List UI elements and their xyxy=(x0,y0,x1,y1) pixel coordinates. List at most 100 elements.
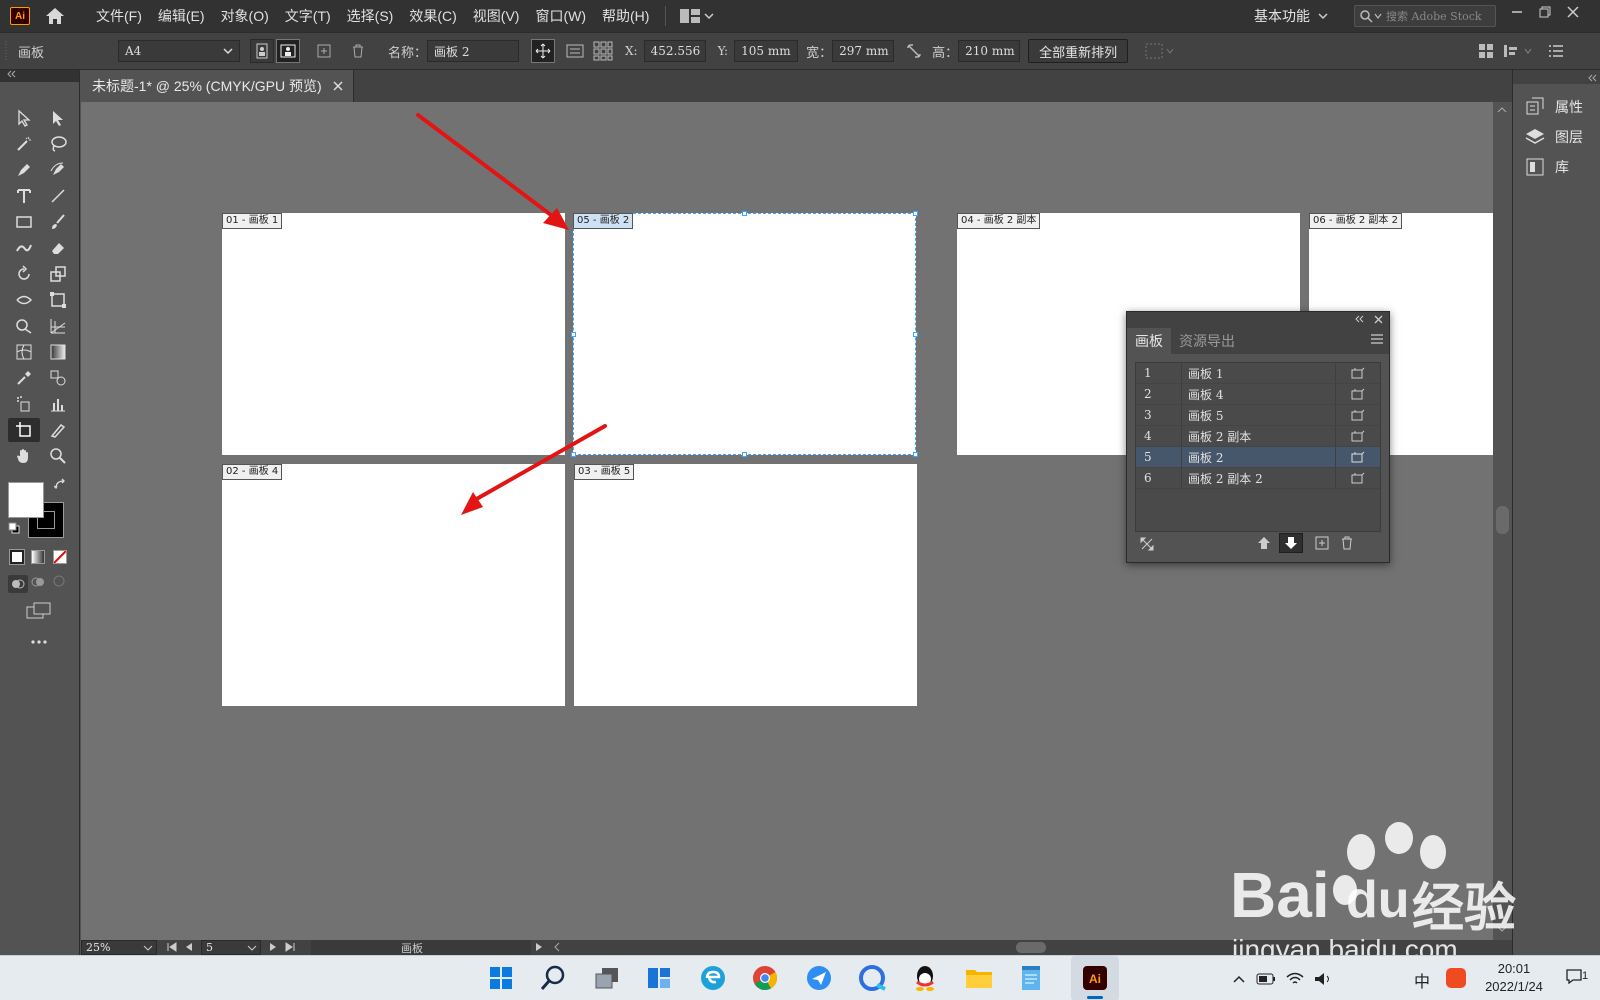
battery-icon[interactable] xyxy=(1256,973,1276,985)
minimize-button[interactable] xyxy=(1508,2,1526,22)
eraser-tool[interactable] xyxy=(42,236,74,260)
resize-handle-bottom-left[interactable] xyxy=(571,452,576,457)
artboard-options-icon[interactable] xyxy=(1336,468,1380,488)
edit-toolbar-button[interactable] xyxy=(30,632,48,650)
artboard-label-06[interactable]: 06 - 画板 2 副本 2 xyxy=(1309,213,1402,229)
resize-handle-left[interactable] xyxy=(571,332,576,337)
menu-select[interactable]: 选择(S) xyxy=(339,0,402,32)
pen-tool[interactable] xyxy=(8,158,40,182)
dock-header[interactable] xyxy=(1513,70,1600,84)
move-up-button[interactable] xyxy=(1257,536,1271,553)
workspace-switcher[interactable]: 基本功能 xyxy=(1254,0,1328,32)
draw-normal-button[interactable] xyxy=(8,575,28,593)
system-clock[interactable]: 20:01 2022/1/24 xyxy=(1474,960,1554,996)
menu-view[interactable]: 视图(V) xyxy=(465,0,528,32)
artboard-number-select[interactable]: 5 xyxy=(201,940,261,955)
row-name[interactable]: 画板 2 xyxy=(1182,447,1336,467)
free-transform-tool[interactable] xyxy=(42,288,74,312)
resize-handle-bottom-right[interactable] xyxy=(913,452,918,457)
artboard-03[interactable] xyxy=(574,464,917,706)
draw-behind-button[interactable] xyxy=(31,575,45,592)
rectangle-tool[interactable] xyxy=(8,210,40,234)
panel-menu-button[interactable] xyxy=(1544,39,1568,63)
artboard-options-icon[interactable] xyxy=(1336,363,1380,383)
volume-icon[interactable] xyxy=(1314,972,1332,986)
new-artboard-button[interactable] xyxy=(1315,536,1329,553)
align-options-button[interactable] xyxy=(1142,39,1166,63)
close-tab-button[interactable] xyxy=(333,78,343,94)
menu-edit[interactable]: 编辑(E) xyxy=(150,0,213,32)
resize-handle-top[interactable] xyxy=(742,211,747,216)
ime-indicator[interactable]: 中 xyxy=(1414,968,1430,992)
tab-artboards[interactable]: 画板 xyxy=(1127,328,1171,354)
constrain-proportions-button[interactable] xyxy=(902,39,926,63)
scale-tool[interactable] xyxy=(42,262,74,286)
new-artboard-button[interactable] xyxy=(312,39,336,63)
blend-tool[interactable] xyxy=(42,366,74,390)
distribute-button[interactable] xyxy=(1500,39,1524,63)
previous-artboard-button[interactable] xyxy=(185,941,193,955)
lasso-tool[interactable] xyxy=(42,132,74,156)
shape-builder-tool[interactable] xyxy=(8,314,40,338)
file-explorer-icon[interactable] xyxy=(964,963,994,993)
menu-type[interactable]: 文字(T) xyxy=(277,0,339,32)
delete-artboard-button[interactable] xyxy=(346,39,370,63)
hand-tool[interactable] xyxy=(8,444,40,468)
artboard-tool[interactable] xyxy=(8,418,40,442)
resize-handle-bottom[interactable] xyxy=(742,452,747,457)
gradient-tool[interactable] xyxy=(42,340,74,364)
chevron-up-icon[interactable] xyxy=(1232,974,1246,984)
paintbrush-tool[interactable] xyxy=(42,210,74,234)
screen-mode-button[interactable] xyxy=(26,602,52,623)
next-artboard-button[interactable] xyxy=(269,941,277,955)
list-item[interactable]: 3 画板 5 xyxy=(1136,405,1380,426)
close-icon[interactable] xyxy=(1374,315,1383,324)
row-name[interactable]: 画板 2 副本 xyxy=(1182,426,1336,446)
search-taskbar-button[interactable] xyxy=(538,963,568,993)
wifi-icon[interactable] xyxy=(1286,972,1304,986)
zoom-tool[interactable] xyxy=(42,444,74,468)
move-down-button[interactable] xyxy=(1279,533,1303,553)
artboard-01[interactable] xyxy=(222,213,565,455)
stock-search-input[interactable]: 搜索 Adobe Stock xyxy=(1354,5,1496,27)
menu-effect[interactable]: 效果(C) xyxy=(401,0,464,32)
graph-tool[interactable] xyxy=(42,392,74,416)
selection-tool[interactable] xyxy=(8,106,40,130)
swap-fill-stroke-button[interactable] xyxy=(53,478,68,495)
draw-inside-button[interactable] xyxy=(53,575,65,590)
zoom-select[interactable]: 25% xyxy=(81,940,157,955)
arrange-panels-button[interactable] xyxy=(1474,39,1498,63)
magic-wand-tool[interactable] xyxy=(8,132,40,156)
panel-title-bar[interactable] xyxy=(1127,312,1389,326)
slice-tool[interactable] xyxy=(42,418,74,442)
row-name[interactable]: 画板 2 副本 2 xyxy=(1182,468,1336,488)
libraries-panel-button[interactable]: 库 xyxy=(1513,152,1600,182)
close-window-button[interactable] xyxy=(1564,2,1582,22)
eyedropper-tool[interactable] xyxy=(8,366,40,390)
arrange-documents-button[interactable] xyxy=(680,9,714,23)
artboard-options-icon[interactable] xyxy=(1336,447,1380,467)
vertical-scrollbar[interactable] xyxy=(1493,102,1512,940)
width-tool[interactable] xyxy=(8,288,40,312)
vertical-scroll-thumb[interactable] xyxy=(1496,506,1509,534)
status-menu-button[interactable] xyxy=(535,941,543,955)
illustrator-taskbar-icon[interactable]: Ai xyxy=(1080,963,1110,993)
color-mode-button[interactable] xyxy=(9,549,25,565)
default-colors-button[interactable] xyxy=(8,522,20,537)
panel-menu-button[interactable] xyxy=(1371,332,1383,347)
perspective-grid-tool[interactable] xyxy=(42,314,74,338)
task-view-button[interactable] xyxy=(592,963,622,993)
tab-asset-export[interactable]: 资源导出 xyxy=(1171,328,1243,354)
first-artboard-button[interactable] xyxy=(167,941,177,955)
list-item[interactable]: 4 画板 2 副本 xyxy=(1136,426,1380,447)
line-tool[interactable] xyxy=(42,184,74,208)
rearrange-all-button[interactable]: 全部重新排列 xyxy=(1028,39,1129,63)
collapse-panel-icon[interactable] xyxy=(1354,315,1364,323)
row-name[interactable]: 画板 1 xyxy=(1182,363,1336,383)
fill-swatch[interactable] xyxy=(8,482,44,518)
list-item[interactable]: 1 画板 1 xyxy=(1136,363,1380,384)
list-item[interactable]: 6 画板 2 副本 2 xyxy=(1136,468,1380,489)
restore-button[interactable] xyxy=(1536,2,1554,22)
start-button[interactable] xyxy=(486,963,516,993)
x-field[interactable]: 452.556 xyxy=(643,40,706,62)
